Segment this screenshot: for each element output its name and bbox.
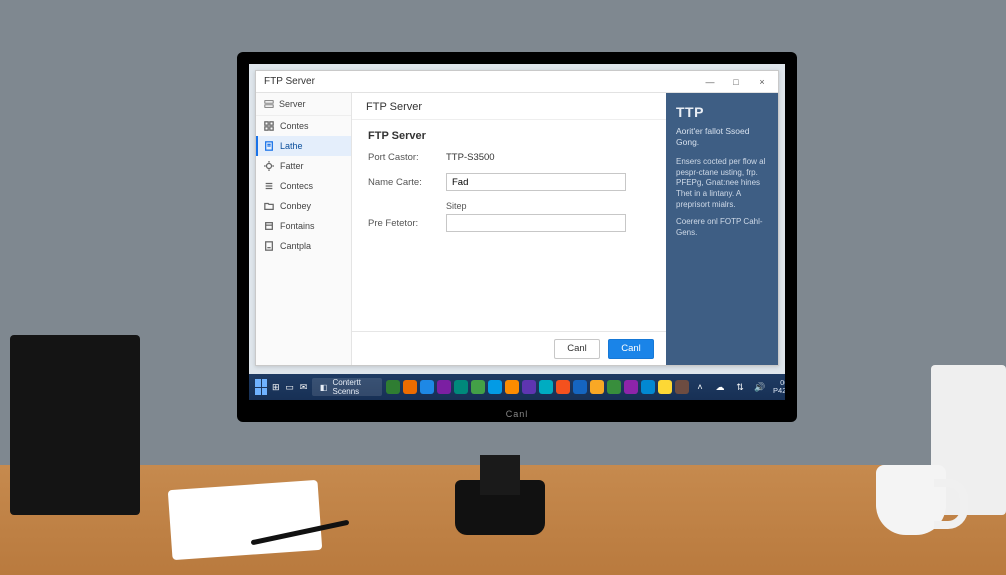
explorer-icon[interactable]: ▭ (284, 380, 295, 394)
scene-notepad (168, 480, 323, 560)
scene-monitor-neck (480, 455, 520, 495)
monitor: Canl FTP Server — □ × Server Cont (237, 52, 797, 422)
name-label: Name Carte: (368, 177, 446, 188)
taskbar-app-10[interactable] (556, 380, 570, 394)
scene-mug (876, 465, 946, 535)
taskbar-app-16[interactable] (658, 380, 672, 394)
taskbar-app-2[interactable] (420, 380, 434, 394)
sidebar-item-label: Fontains (280, 221, 315, 231)
window-title: FTP Server (264, 76, 315, 87)
taskbar-apps (386, 380, 689, 394)
grid-icon (264, 121, 274, 131)
form-panel: FTP Server Port Castor: TTP-S3500 Name C… (352, 120, 666, 331)
taskbar-app-14[interactable] (624, 380, 638, 394)
dialog-footer: Canl Canl (352, 331, 666, 365)
taskbar-app-15[interactable] (641, 380, 655, 394)
info-para-2: Coerere onl FOTP Cahl-Gens. (676, 217, 768, 239)
clock-date: P42.3.0 (773, 387, 785, 395)
taskview-icon[interactable]: ⊞ (270, 380, 281, 394)
panel-heading: FTP Server (368, 130, 650, 142)
breadcrumb: FTP Server (352, 93, 666, 120)
sidebar-item-lathe[interactable]: Lathe (256, 136, 351, 156)
taskbar-app-4[interactable] (454, 380, 468, 394)
taskbar-app-12[interactable] (590, 380, 604, 394)
task-app-label: Contertt Scenns (332, 378, 374, 396)
tray-cloud-icon[interactable]: ☁ (713, 380, 727, 394)
sidebar-header[interactable]: Server (256, 93, 351, 116)
taskbar-active-task[interactable]: ◧ Contertt Scenns (312, 378, 382, 396)
tray-chevron-icon[interactable]: ˄ (693, 380, 707, 394)
taskbar-app-9[interactable] (539, 380, 553, 394)
info-pane: TTP Aorit'er fallot Ssoed Gong. Ensers c… (666, 93, 778, 365)
close-button[interactable]: × (750, 74, 774, 90)
sidebar: Server Contes Lathe Fatter Contecs Conbey Fon… (256, 93, 352, 365)
path-hint: Sitep (446, 201, 650, 211)
tray-volume-icon[interactable]: 🔊 (753, 380, 767, 394)
taskbar-app-0[interactable] (386, 380, 400, 394)
ok-button[interactable]: Canl (608, 339, 654, 359)
sidebar-item-cantpla[interactable]: Cantpla (256, 236, 351, 256)
sidebar-item-contes[interactable]: Contes (256, 116, 351, 136)
info-subtitle: Aorit'er fallot Ssoed Gong. (676, 126, 768, 149)
gear-icon (264, 161, 274, 171)
path-input[interactable] (446, 214, 626, 232)
taskbar-app-11[interactable] (573, 380, 587, 394)
sidebar-header-label: Server (279, 99, 306, 109)
tray-network-icon[interactable]: ⇅ (733, 380, 747, 394)
taskbar: ⊞ ▭ ✉ ◧ Contertt Scenns ˄ ☁ ⇅ 🔊 06:12 P4… (249, 374, 785, 400)
page-icon (264, 141, 274, 151)
path-label: Pre Fetetor: (368, 218, 446, 229)
name-input[interactable] (446, 173, 626, 191)
mail-icon[interactable]: ✉ (298, 380, 309, 394)
server-icon (264, 99, 274, 109)
taskbar-app-3[interactable] (437, 380, 451, 394)
sidebar-item-label: Cantpla (280, 241, 311, 251)
task-app-icon: ◧ (320, 383, 328, 392)
taskbar-app-1[interactable] (403, 380, 417, 394)
cancel-button[interactable]: Canl (554, 339, 600, 359)
main-pane: FTP Server FTP Server Port Castor: TTP-S… (352, 93, 666, 365)
box-icon (264, 221, 274, 231)
maximize-button[interactable]: □ (724, 74, 748, 90)
sidebar-item-label: Conbey (280, 201, 311, 211)
window-controls: — □ × (698, 74, 774, 90)
port-value: TTP-S3500 (446, 152, 495, 163)
field-path: Pre Fetetor: (368, 214, 650, 232)
taskbar-app-5[interactable] (471, 380, 485, 394)
start-button[interactable] (255, 379, 267, 395)
taskbar-app-8[interactable] (522, 380, 536, 394)
minimize-button[interactable]: — (698, 74, 722, 90)
taskbar-app-13[interactable] (607, 380, 621, 394)
port-label: Port Castor: (368, 152, 446, 163)
screen: FTP Server — □ × Server Contes Lathe Fatte… (249, 64, 785, 400)
field-name: Name Carte: (368, 173, 650, 191)
sidebar-item-label: Fatter (280, 161, 304, 171)
sidebar-item-fatter[interactable]: Fatter (256, 156, 351, 176)
sidebar-item-label: Contes (280, 121, 309, 131)
scene-nas (10, 335, 140, 515)
sidebar-item-label: Contecs (280, 181, 313, 191)
taskbar-app-6[interactable] (488, 380, 502, 394)
info-title: TTP (676, 103, 768, 122)
info-para-1: Ensers cocted per flow al pespr-ctane us… (676, 157, 768, 211)
monitor-brand: Canl (237, 409, 797, 419)
app-window: FTP Server — □ × Server Contes Lathe Fatte… (255, 70, 779, 366)
sidebar-item-contecs[interactable]: Contecs (256, 176, 351, 196)
taskbar-clock[interactable]: 06:12 P42.3.0 (773, 379, 785, 395)
list-icon (264, 181, 274, 191)
sidebar-item-fontains[interactable]: Fontains (256, 216, 351, 236)
folder-icon (264, 201, 274, 211)
sidebar-item-label: Lathe (280, 141, 303, 151)
sidebar-item-conbey[interactable]: Conbey (256, 196, 351, 216)
titlebar[interactable]: FTP Server — □ × (256, 71, 778, 93)
doc-icon (264, 241, 274, 251)
taskbar-app-7[interactable] (505, 380, 519, 394)
field-port: Port Castor: TTP-S3500 (368, 152, 650, 163)
taskbar-app-17[interactable] (675, 380, 689, 394)
